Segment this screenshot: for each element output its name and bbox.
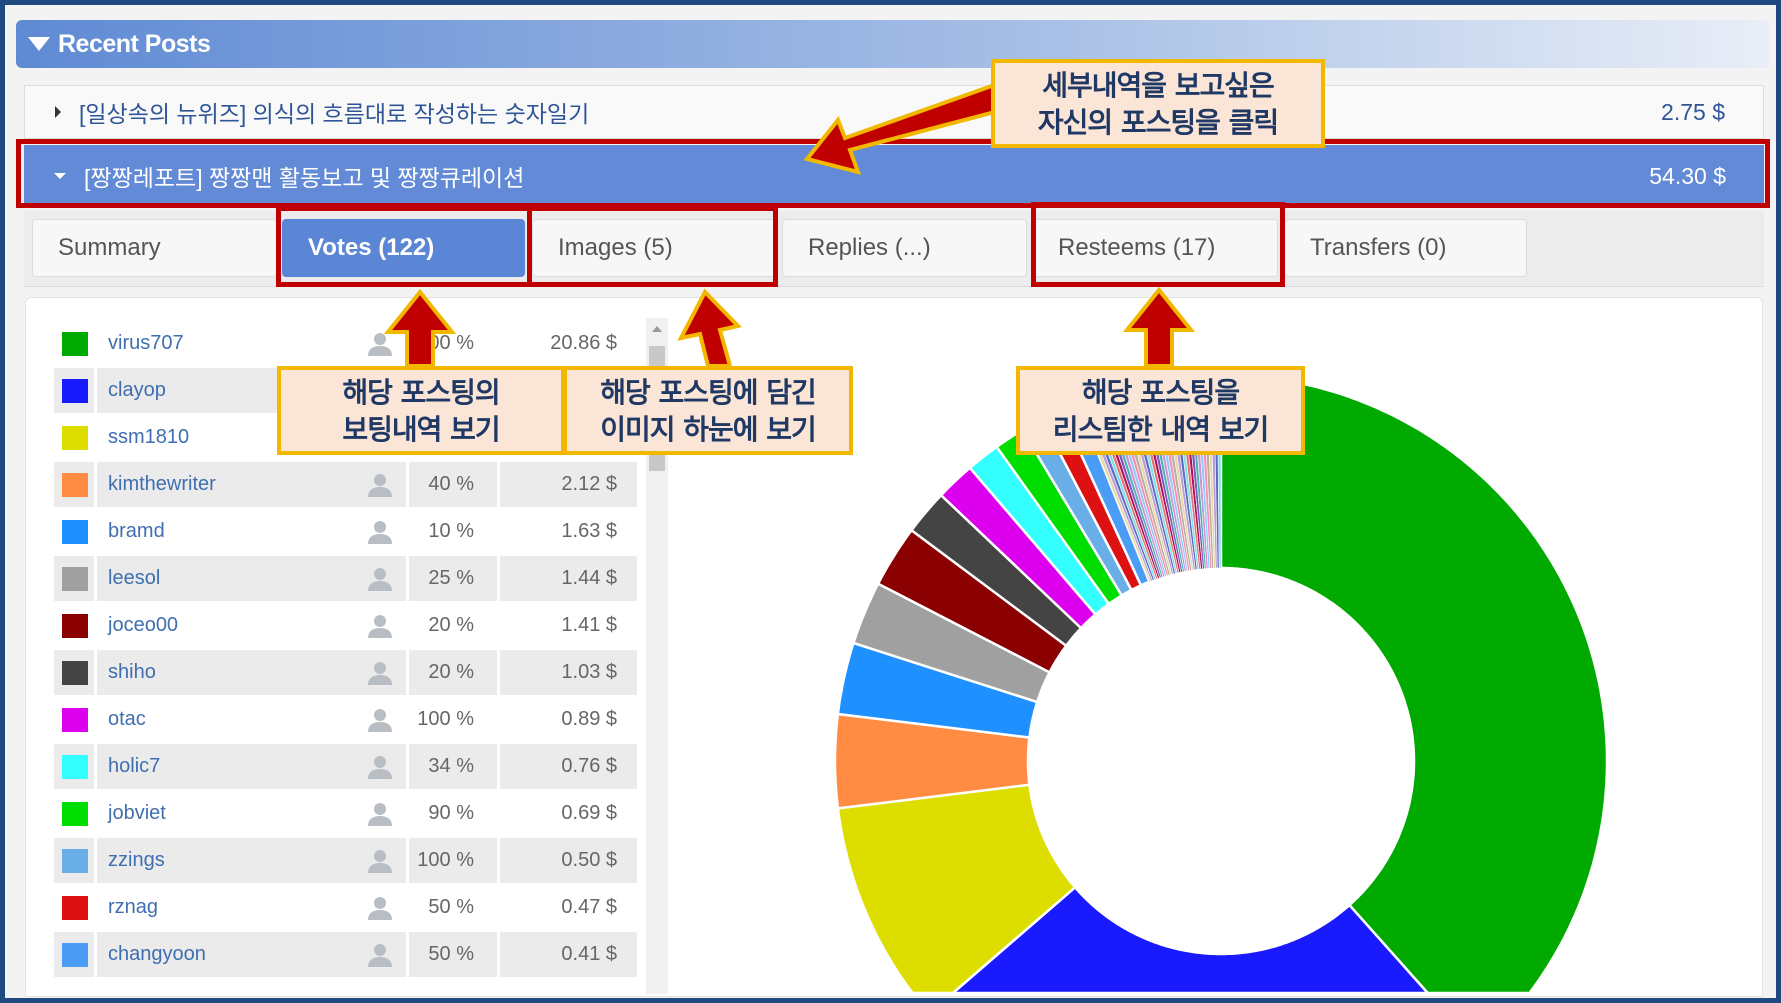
- callout-line: 해당 포스팅에 담긴: [600, 375, 817, 409]
- callout-line: 자신의 포스팅을 클릭: [1037, 105, 1279, 139]
- callout-resteems: 해당 포스팅을 리스팀한 내역 보기: [1016, 366, 1305, 455]
- callout-line: 해당 포스팅을: [1081, 375, 1240, 409]
- callout-click-post: 세부내역을 보고싶은 자신의 포스팅을 클릭: [991, 59, 1325, 148]
- donut-slice-virus707[interactable]: [1219, 373, 1609, 995]
- highlight-selected-post: [16, 139, 1770, 208]
- highlight-resteems-tab: [1031, 202, 1285, 287]
- callout-line: 보팅내역 보기: [342, 412, 500, 446]
- highlight-images-tab: [527, 206, 778, 287]
- callout-line: 이미지 하눈에 보기: [600, 412, 817, 446]
- callout-images: 해당 포스팅에 담긴 이미지 하눈에 보기: [563, 366, 853, 455]
- callout-line: 해당 포스팅의: [342, 375, 500, 409]
- highlight-votes-tab: [276, 206, 532, 287]
- callout-line: 리스팀한 내역 보기: [1052, 412, 1270, 446]
- callout-line: 세부내역을 보고싶은: [1042, 68, 1275, 102]
- callout-votes: 해당 포스팅의 보팅내역 보기: [277, 366, 565, 455]
